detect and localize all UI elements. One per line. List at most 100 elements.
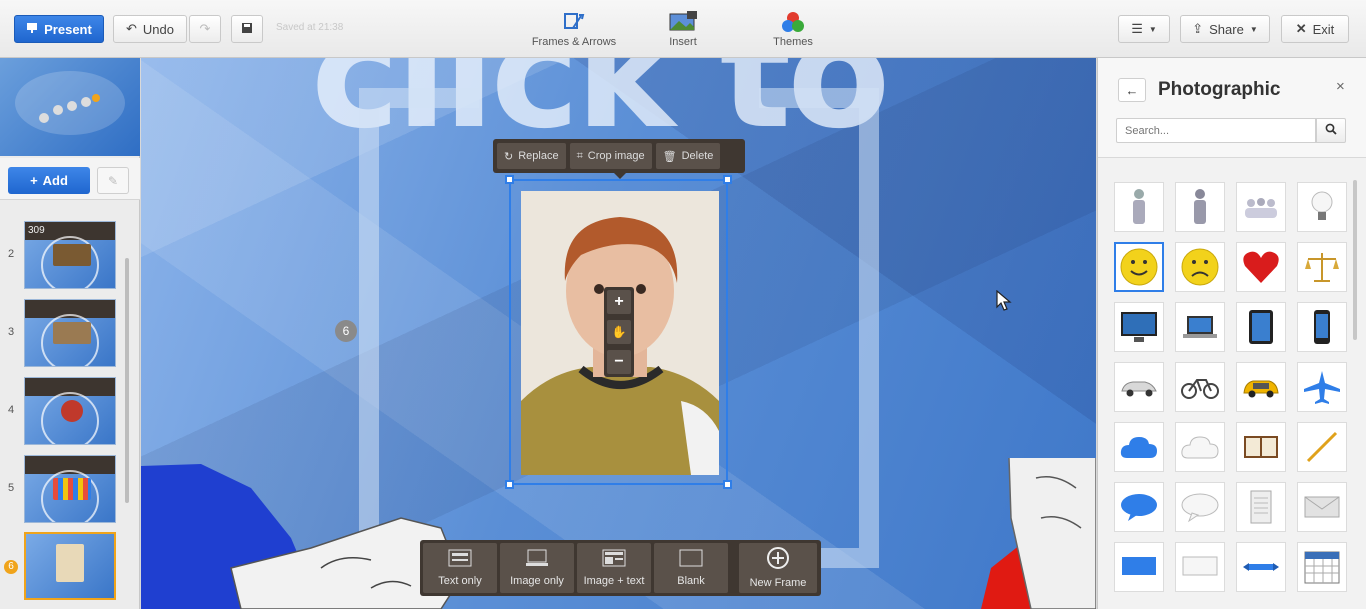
symbol-cloud-blue[interactable] [1114, 422, 1164, 472]
crop-icon: ⌗ [576, 149, 583, 162]
layout-blank[interactable]: Blank [654, 543, 728, 593]
symbol-cloud-white[interactable] [1175, 422, 1225, 472]
symbol-person[interactable] [1114, 182, 1164, 232]
slide-number: 2 [8, 248, 15, 260]
laptop-icon [1183, 316, 1217, 338]
present-button[interactable]: Present [14, 15, 104, 43]
search-button[interactable] [1316, 118, 1346, 143]
symbols-panel: ← Photographic × [1097, 58, 1366, 609]
nav-themes[interactable]: Themes [743, 8, 843, 48]
hand-icon[interactable]: ✋ [607, 320, 631, 344]
save-button[interactable] [231, 15, 263, 43]
smiley-sad-icon [1181, 248, 1219, 286]
symbol-person-2[interactable] [1175, 182, 1225, 232]
symbol-taxi[interactable] [1236, 362, 1286, 412]
pencil-icon [1306, 431, 1338, 463]
nav-insert-label: Insert [669, 36, 697, 48]
presentation-canvas[interactable]: click to 6 ↻ Replace ⌗ Crop image 🗑 Dele… [141, 58, 1096, 609]
smiley-happy-icon [1120, 248, 1158, 286]
layout-label: Blank [677, 575, 705, 587]
symbol-heart[interactable] [1236, 242, 1286, 292]
slide-thumbnail[interactable] [24, 299, 116, 367]
menu-button[interactable]: ☰ ▼ [1118, 15, 1170, 43]
redo-button[interactable]: ↷ [189, 15, 221, 43]
crop-image-button[interactable]: ⌗ Crop image [569, 143, 652, 169]
add-frame-button[interactable]: + Add [8, 167, 90, 194]
blank-layout-icon [679, 549, 703, 570]
sidebar-scrollbar[interactable] [125, 258, 129, 503]
replace-label: Replace [518, 150, 559, 162]
symbol-airplane[interactable] [1297, 362, 1347, 412]
symbol-book[interactable] [1236, 422, 1286, 472]
slide-thumbnail[interactable] [24, 455, 116, 523]
back-button[interactable]: ← [1118, 78, 1146, 102]
close-panel-button[interactable]: × [1336, 78, 1345, 95]
add-label: Add [42, 173, 68, 188]
present-icon [26, 22, 38, 37]
symbol-laptop[interactable] [1175, 302, 1225, 352]
close-icon: ✕ [1295, 21, 1307, 36]
slide-image [53, 322, 91, 344]
symbol-tablet[interactable] [1236, 302, 1286, 352]
frame-number-badge[interactable]: 6 [335, 320, 357, 342]
overview-thumbnail[interactable] [0, 58, 140, 156]
plus-icon: + [30, 173, 38, 188]
symbol-group[interactable] [1236, 182, 1286, 232]
symbol-car[interactable] [1114, 362, 1164, 412]
slide-image [56, 544, 84, 582]
replace-button[interactable]: ↻ Replace [497, 143, 566, 169]
top-toolbar: Present ↶ Undo ↷ Saved at 21:38 Frames &… [0, 0, 1366, 58]
symbol-banner-blue[interactable] [1114, 542, 1164, 592]
exit-button[interactable]: ✕ Exit [1281, 15, 1349, 43]
resize-handle[interactable] [723, 480, 732, 489]
symbol-bicycle[interactable] [1175, 362, 1225, 412]
resize-handle[interactable] [505, 175, 514, 184]
symbol-banner-white[interactable] [1175, 542, 1225, 592]
symbol-speech-white[interactable] [1175, 482, 1225, 532]
panel-scrollbar[interactable] [1353, 180, 1357, 340]
resize-handle[interactable] [505, 480, 514, 489]
banner-white-icon [1182, 556, 1218, 576]
nav-frames-arrows[interactable]: Frames & Arrows [524, 8, 624, 48]
edit-path-button[interactable]: ✎ [97, 167, 129, 194]
slide-image [61, 400, 83, 422]
layout-image-only[interactable]: Image only [500, 543, 574, 593]
resize-handle[interactable] [723, 175, 732, 184]
image-text-layout-icon [602, 549, 626, 570]
new-frame-button[interactable]: New Frame [739, 543, 817, 593]
slide-thumbnail[interactable]: 309 [24, 221, 116, 289]
symbol-pencil[interactable] [1297, 422, 1347, 472]
symbol-ribbon[interactable] [1236, 542, 1286, 592]
symbol-smiley-sad[interactable] [1175, 242, 1225, 292]
search-input[interactable] [1116, 118, 1316, 143]
symbol-smiley-happy[interactable] [1114, 242, 1164, 292]
present-label: Present [44, 21, 92, 37]
zoom-out-button[interactable]: − [607, 350, 631, 374]
symbol-monitor[interactable] [1114, 302, 1164, 352]
symbol-lightbulb[interactable] [1297, 182, 1347, 232]
lightbulb-icon [1311, 191, 1333, 220]
slide-thumbnail[interactable] [24, 377, 116, 445]
undo-button[interactable]: ↶ Undo [113, 15, 187, 43]
layout-text-only[interactable]: Text only [423, 543, 497, 593]
slide-image [53, 478, 91, 500]
image-context-menu: ↻ Replace ⌗ Crop image 🗑 Delete [493, 139, 745, 173]
exit-label: Exit [1312, 21, 1335, 37]
layout-label: Image + text [583, 575, 645, 587]
slide-thumbnail-active[interactable] [24, 532, 116, 600]
zoom-in-button[interactable]: + [607, 290, 631, 314]
symbol-document[interactable] [1236, 482, 1286, 532]
bicycle-icon [1181, 379, 1219, 399]
delete-button[interactable]: 🗑 Delete [655, 143, 721, 169]
nav-frames-arrows-label: Frames & Arrows [531, 36, 617, 48]
symbol-scales[interactable] [1297, 242, 1347, 292]
symbol-envelope[interactable] [1297, 482, 1347, 532]
image-layout-icon [525, 549, 549, 570]
symbol-phone[interactable] [1297, 302, 1347, 352]
redo-icon: ↷ [199, 21, 211, 36]
symbol-speech-blue[interactable] [1114, 482, 1164, 532]
nav-insert[interactable]: Insert [633, 8, 733, 48]
share-button[interactable]: ⇪ Share ▼ [1180, 15, 1270, 43]
symbol-calendar[interactable] [1297, 542, 1347, 592]
layout-image-text[interactable]: Image + text [577, 543, 651, 593]
